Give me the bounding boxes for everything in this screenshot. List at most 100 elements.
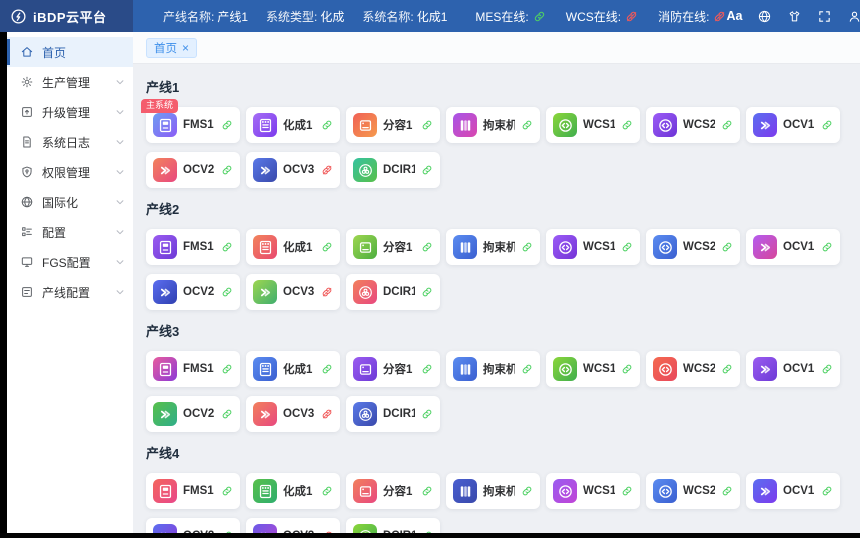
system-card[interactable]: 拘束机: [446, 107, 540, 143]
link-online-icon[interactable]: [221, 286, 233, 298]
user-icon[interactable]: [847, 9, 860, 24]
system-card[interactable]: WCS1: [546, 351, 640, 387]
system-card[interactable]: 分容1: [346, 229, 440, 265]
capacity-icon: [353, 113, 377, 137]
link-online-icon[interactable]: [821, 119, 833, 131]
system-card[interactable]: DCIR1: [346, 152, 440, 188]
system-card[interactable]: 化成1: [246, 351, 340, 387]
system-card[interactable]: 分容1: [346, 107, 440, 143]
system-card[interactable]: OCV3: [246, 274, 340, 310]
link-online-icon[interactable]: [521, 363, 533, 375]
link-online-icon[interactable]: [221, 363, 233, 375]
system-card[interactable]: 拘束机: [446, 473, 540, 509]
tab-home[interactable]: 首页 ×: [146, 38, 197, 58]
ocv-icon: [753, 235, 777, 259]
ocv-icon: [153, 280, 177, 304]
link-online-icon[interactable]: [721, 485, 733, 497]
system-card[interactable]: WCS1: [546, 473, 640, 509]
system-card[interactable]: OCV3: [246, 152, 340, 188]
link-online-icon[interactable]: [221, 164, 233, 176]
system-card[interactable]: 拘束机: [446, 229, 540, 265]
sidebar-item-production[interactable]: 生产管理: [7, 67, 133, 97]
system-card[interactable]: 化成1: [246, 473, 340, 509]
link-online-icon[interactable]: [621, 119, 633, 131]
link-broken-icon[interactable]: [321, 164, 333, 176]
system-card[interactable]: OCV1: [746, 473, 840, 509]
system-card[interactable]: OCV2: [146, 152, 240, 188]
system-card[interactable]: WCS1: [546, 107, 640, 143]
link-online-icon[interactable]: [521, 485, 533, 497]
system-card[interactable]: 分容1: [346, 351, 440, 387]
link-online-icon[interactable]: [621, 241, 633, 253]
link-online-icon[interactable]: [521, 241, 533, 253]
chevron-down-icon: [115, 197, 125, 207]
sidebar-item-i18n[interactable]: 国际化: [7, 187, 133, 217]
link-online-icon[interactable]: [621, 485, 633, 497]
chevron-down-icon: [115, 77, 125, 87]
link-online-icon[interactable]: [221, 408, 233, 420]
link-broken-icon: [625, 10, 638, 23]
link-online-icon[interactable]: [421, 164, 433, 176]
production-line-section: 产线4 FMS1 化成1 分容1 拘束机 WCS1 WCS2 OCV1 OCV2…: [146, 443, 847, 538]
link-online-icon[interactable]: [421, 119, 433, 131]
system-card[interactable]: WCS2: [646, 229, 740, 265]
link-online-icon[interactable]: [321, 485, 333, 497]
language-globe-icon[interactable]: [757, 9, 772, 24]
sidebar-item-logs[interactable]: 系统日志: [7, 127, 133, 157]
system-card[interactable]: WCS2: [646, 351, 740, 387]
link-online-icon[interactable]: [421, 241, 433, 253]
link-online-icon[interactable]: [321, 119, 333, 131]
formation-icon: [253, 357, 277, 381]
system-card[interactable]: 分容1: [346, 473, 440, 509]
system-card[interactable]: WCS2: [646, 107, 740, 143]
dcir-icon: [353, 158, 377, 182]
link-online-icon[interactable]: [521, 119, 533, 131]
system-card[interactable]: FMS1: [146, 229, 240, 265]
link-online-icon[interactable]: [721, 119, 733, 131]
sidebar-item-config[interactable]: 配置: [7, 217, 133, 247]
system-card[interactable]: OCV3: [246, 396, 340, 432]
font-size-icon[interactable]: Aa: [726, 9, 742, 23]
link-online-icon[interactable]: [621, 363, 633, 375]
system-card[interactable]: OCV1: [746, 229, 840, 265]
system-card[interactable]: 化成1: [246, 107, 340, 143]
link-online-icon[interactable]: [421, 286, 433, 298]
system-card[interactable]: DCIR1: [346, 396, 440, 432]
link-broken-icon[interactable]: [321, 286, 333, 298]
link-online-icon[interactable]: [321, 241, 333, 253]
link-online-icon[interactable]: [421, 408, 433, 420]
link-broken-icon[interactable]: [321, 408, 333, 420]
system-card[interactable]: WCS2: [646, 473, 740, 509]
system-card[interactable]: OCV2: [146, 274, 240, 310]
sidebar-item-home[interactable]: 首页: [7, 37, 133, 67]
wcs-icon: [653, 235, 677, 259]
system-card[interactable]: FMS1 主系统: [146, 107, 240, 143]
system-card[interactable]: WCS1: [546, 229, 640, 265]
fullscreen-icon[interactable]: [817, 9, 832, 24]
system-card[interactable]: 拘束机: [446, 351, 540, 387]
link-online-icon[interactable]: [221, 241, 233, 253]
system-card[interactable]: FMS1: [146, 473, 240, 509]
link-online-icon[interactable]: [221, 119, 233, 131]
sidebar-item-fgs-config[interactable]: FGS配置: [7, 247, 133, 277]
link-online-icon[interactable]: [421, 363, 433, 375]
link-online-icon[interactable]: [721, 363, 733, 375]
system-card[interactable]: FMS1: [146, 351, 240, 387]
link-online-icon[interactable]: [821, 363, 833, 375]
system-card[interactable]: OCV2: [146, 396, 240, 432]
system-card[interactable]: DCIR1: [346, 274, 440, 310]
system-card[interactable]: OCV1: [746, 107, 840, 143]
theme-shirt-icon[interactable]: [787, 9, 802, 24]
link-online-icon[interactable]: [721, 241, 733, 253]
system-card[interactable]: OCV1: [746, 351, 840, 387]
link-online-icon[interactable]: [821, 485, 833, 497]
link-online-icon[interactable]: [421, 485, 433, 497]
sidebar-item-permission[interactable]: 权限管理: [7, 157, 133, 187]
sidebar-item-line-config[interactable]: 产线配置: [7, 277, 133, 307]
sidebar-item-upgrade[interactable]: 升级管理: [7, 97, 133, 127]
link-online-icon[interactable]: [821, 241, 833, 253]
system-card[interactable]: 化成1: [246, 229, 340, 265]
link-online-icon[interactable]: [321, 363, 333, 375]
link-online-icon[interactable]: [221, 485, 233, 497]
close-icon[interactable]: ×: [182, 42, 189, 54]
